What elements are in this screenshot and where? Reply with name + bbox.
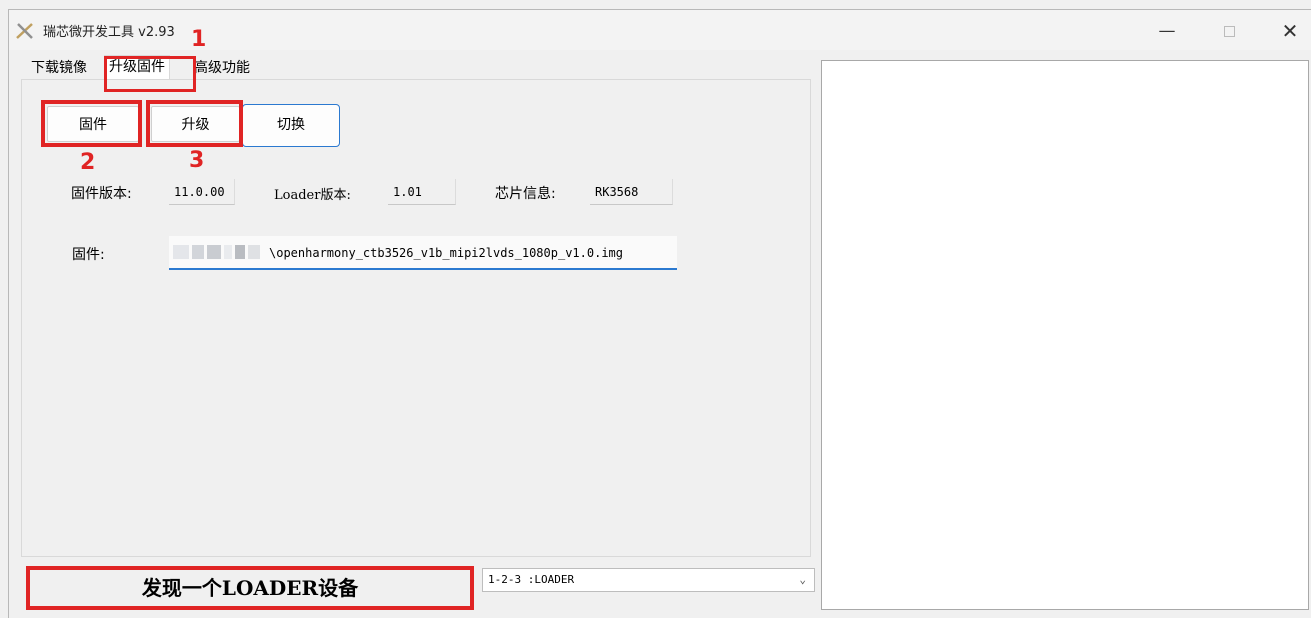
upgrade-firmware-panel: [21, 79, 811, 557]
annotation-number-3: 3: [189, 148, 205, 173]
status-message: 发现一个LOADER设备: [30, 570, 470, 606]
maximize-icon: [1223, 26, 1235, 37]
tools-icon: [16, 23, 33, 39]
firmware-version-value: 11.0.00: [169, 179, 235, 205]
log-panel[interactable]: [821, 60, 1309, 610]
loader-version-value: 1.01: [388, 179, 456, 205]
firmware-version-label: 固件版本:: [71, 186, 132, 202]
maximize-button[interactable]: [1214, 20, 1244, 42]
chip-info-value: RK3568: [590, 179, 673, 205]
chip-info-label: 芯片信息:: [495, 186, 556, 202]
close-button[interactable]: ✕: [1275, 20, 1305, 42]
tab-advanced-functions[interactable]: 高级功能: [190, 57, 254, 79]
device-select-value: 1-2-3 :LOADER: [488, 573, 575, 586]
firmware-path-text: \openharmony_ctb3526_v1b_mipi2lvds_1080p…: [269, 246, 624, 260]
device-select[interactable]: 1-2-3 :LOADER ⌄: [482, 568, 815, 592]
switch-button[interactable]: 切换: [242, 104, 340, 147]
upgrade-button[interactable]: 升级: [151, 106, 240, 142]
redacted-path-prefix: [173, 236, 263, 266]
firmware-path-label: 固件:: [72, 247, 105, 263]
tab-upgrade-firmware[interactable]: 升级固件: [104, 55, 170, 80]
chevron-down-icon: ⌄: [799, 573, 806, 586]
tab-download-image[interactable]: 下载镜像: [27, 57, 91, 79]
loader-version-label: Loader版本:: [274, 188, 351, 203]
annotation-number-1: 1: [191, 27, 207, 52]
firmware-path-field[interactable]: \openharmony_ctb3526_v1b_mipi2lvds_1080p…: [169, 236, 677, 270]
annotation-number-2: 2: [80, 150, 96, 175]
minimize-button[interactable]: —: [1152, 20, 1182, 42]
firmware-button[interactable]: 固件: [47, 106, 139, 142]
window-title: 瑞芯微开发工具 v2.93: [43, 25, 175, 40]
